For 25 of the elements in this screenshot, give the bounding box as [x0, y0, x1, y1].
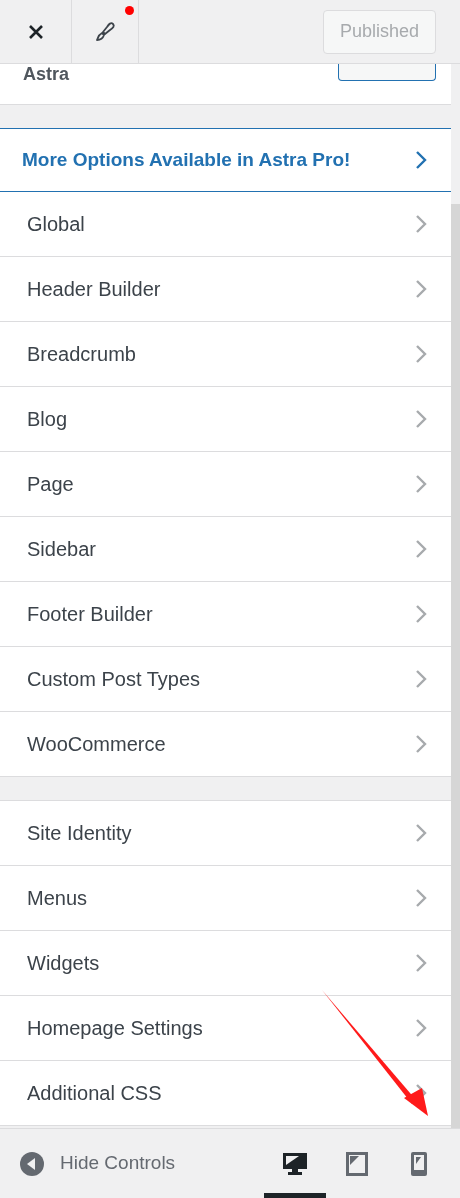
pro-options-link[interactable]: More Options Available in Astra Pro! [0, 128, 451, 192]
chevron-right-icon [415, 953, 427, 973]
chevron-right-icon [415, 888, 427, 908]
phone-icon [411, 1151, 427, 1176]
tablet-icon [346, 1151, 368, 1176]
chevron-right-icon [415, 539, 427, 559]
change-theme-button[interactable] [338, 64, 436, 81]
chevron-right-icon [415, 669, 427, 689]
chevron-right-icon [415, 1018, 427, 1038]
close-icon [27, 23, 44, 40]
collapse-icon [20, 1151, 44, 1176]
chevron-right-icon [415, 604, 427, 624]
chevron-right-icon [415, 344, 427, 364]
hide-controls-button[interactable]: Hide Controls [20, 1149, 176, 1178]
chevron-right-icon [415, 474, 427, 494]
chevron-right-icon [415, 214, 427, 234]
desktop-icon [282, 1151, 308, 1176]
chevron-right-icon [415, 734, 427, 754]
brush-icon [94, 20, 116, 43]
chevron-right-icon [415, 823, 427, 843]
theme-name: Astra [23, 65, 70, 83]
chevron-right-icon [415, 409, 427, 429]
chevron-right-icon [415, 279, 427, 299]
menu-item[interactable]: Global [0, 192, 451, 257]
chevron-right-icon [415, 150, 427, 170]
